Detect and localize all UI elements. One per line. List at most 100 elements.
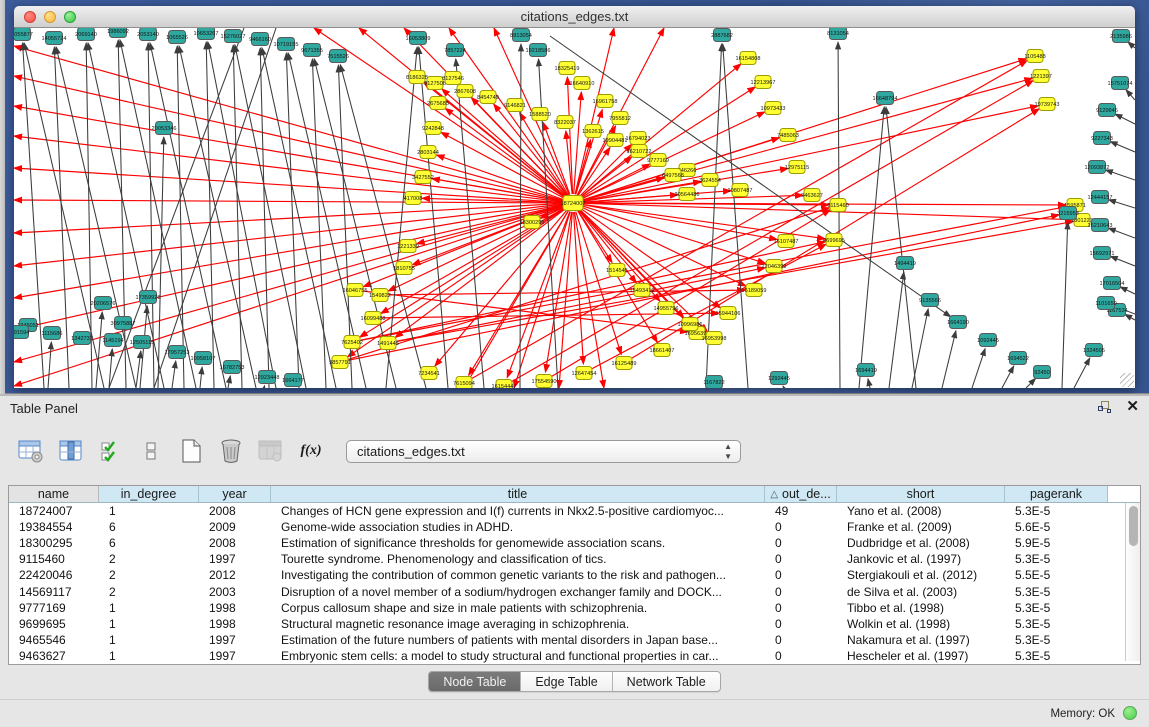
node-label: 1342737 — [71, 336, 93, 342]
select-columns-button[interactable] — [98, 438, 124, 464]
table-cell: 5.3E-5 — [1005, 584, 1108, 600]
table-cell: Jankovic et al. (1997) — [837, 551, 1005, 567]
node-label: 8813054 — [510, 33, 532, 39]
table-selector-dropdown[interactable]: citations_edges.txt ▲▼ — [346, 440, 741, 463]
column-header-pagerank[interactable]: pagerank — [1005, 486, 1108, 502]
column-header-short[interactable]: short — [837, 486, 1005, 502]
node-label: 10653267 — [194, 31, 219, 37]
close-panel-icon[interactable]: ✕ — [1126, 400, 1139, 414]
tab-node-table[interactable]: Node Table — [429, 672, 521, 691]
table-selector-value: citations_edges.txt — [357, 444, 465, 459]
table-cell: Nakamura et al. (1997) — [837, 632, 1005, 648]
table-cell: 0 — [765, 567, 837, 583]
edge — [233, 45, 242, 388]
node-label: 14055724 — [42, 36, 67, 42]
column-header-out_de[interactable]: △out_de... — [765, 486, 837, 502]
table-settings-button[interactable] — [18, 438, 44, 464]
table-cell: 0 — [765, 632, 837, 648]
node-label: 12093872 — [1085, 165, 1110, 171]
node-label: 10719155 — [274, 42, 299, 48]
node-label: 1664177 — [282, 378, 304, 384]
memory-ok-indicator[interactable] — [1123, 706, 1137, 720]
node-label: 8322037 — [554, 120, 576, 126]
edge — [177, 46, 184, 388]
float-panel-icon[interactable] — [1098, 400, 1112, 414]
table-cell: 5.6E-5 — [1005, 519, 1108, 535]
edge — [154, 28, 276, 388]
node-label: 2053140 — [137, 32, 159, 38]
table-row[interactable]: 911546021997Tourette syndrome. Phenomeno… — [9, 551, 1140, 567]
table-row[interactable]: 1938455462009Genome-wide association stu… — [9, 519, 1140, 535]
tab-edge-table[interactable]: Edge Table — [521, 672, 612, 691]
table-row[interactable]: 977716911998Corpus callosum shape and si… — [9, 600, 1140, 616]
table-row[interactable]: 946554611997Estimation of the future num… — [9, 632, 1140, 648]
edge — [56, 47, 136, 388]
delete-table-button[interactable] — [218, 438, 244, 464]
resize-grip[interactable] — [1120, 373, 1134, 387]
network-window-titlebar[interactable]: citations_edges.txt — [14, 6, 1135, 28]
node-label: 9466160 — [249, 37, 271, 43]
node-label: 1362615 — [582, 129, 604, 135]
node-label: 1664190 — [947, 320, 969, 326]
new-table-button[interactable] — [178, 438, 204, 464]
node-label: 7615094 — [453, 381, 475, 387]
citation-network-graph[interactable]: 1872400720558771405572420691401986092205… — [14, 28, 1135, 388]
table-row[interactable]: 1456911722003Disruption of a novel membe… — [9, 584, 1140, 600]
edge — [889, 272, 904, 388]
node-label: 16053809 — [406, 36, 431, 42]
scrollbar-thumb[interactable] — [1129, 506, 1138, 546]
table-cell: 5.3E-5 — [1005, 648, 1108, 664]
node-label: 9135566 — [919, 298, 941, 304]
edge — [88, 43, 164, 388]
table-cell: 2 — [99, 551, 199, 567]
network-window[interactable]: citations_edges.txt 18724007205587714055… — [14, 6, 1135, 388]
column-header-title[interactable]: title — [271, 486, 765, 502]
node-label: 1105488 — [1024, 54, 1045, 60]
network-canvas[interactable]: 1872400720558771405572420691401986092205… — [14, 28, 1135, 388]
table-row[interactable]: 2242004622012Investigating the contribut… — [9, 567, 1140, 583]
column-header-in_degree[interactable]: in_degree — [99, 486, 199, 502]
edge — [1120, 287, 1135, 294]
network-view-desktop: citations_edges.txt 18724007205587714055… — [0, 0, 1149, 394]
node-label: 9671355 — [301, 48, 323, 54]
node-label: 9242848 — [422, 126, 444, 132]
table-cell: 9699695 — [9, 616, 99, 632]
node-label: 8127546 — [442, 76, 464, 82]
node-label: 10958107 — [191, 356, 216, 362]
table-cell: 18300295 — [9, 535, 99, 551]
node-label: 1221397 — [1030, 74, 1052, 80]
table-cell: 1997 — [199, 551, 271, 567]
row-height-button[interactable] — [138, 438, 164, 464]
node-label: 16046755 — [343, 288, 368, 294]
edge — [1026, 378, 1036, 388]
vertical-scrollbar[interactable] — [1125, 503, 1140, 661]
table-cell: 1 — [99, 648, 199, 664]
node-label: 10996986 — [678, 322, 703, 328]
table-header-row[interactable]: namein_degreeyeartitle△out_de...shortpag… — [9, 486, 1140, 503]
table-row[interactable]: 1830029562008Estimation of significance … — [9, 535, 1140, 551]
table-cell: Disruption of a novel member of a sodium… — [271, 584, 765, 600]
table-cell: 9465546 — [9, 632, 99, 648]
node-label: 7485063 — [777, 133, 799, 139]
node-label: 17359928 — [136, 295, 161, 301]
node-label: 20564486 — [675, 192, 700, 198]
table-cell: 0 — [765, 648, 837, 664]
column-header-name[interactable]: name — [9, 486, 99, 502]
table-cell: Corpus callosum shape and size in male p… — [271, 600, 765, 616]
tab-network-table[interactable]: Network Table — [613, 672, 720, 691]
node-label: 20053346 — [152, 126, 177, 132]
node-label: 9857791 — [329, 360, 351, 366]
node-label: 16107487 — [774, 239, 799, 245]
table-cell: 1 — [99, 503, 199, 519]
table-row[interactable]: 969969511998Structural magnetic resonanc… — [9, 616, 1140, 632]
table-row[interactable]: 1872400712008Changes of HCN gene express… — [9, 503, 1140, 519]
node-label: 16794023 — [626, 136, 651, 142]
table-row[interactable]: 946362711997Embryonic stem cells: a mode… — [9, 648, 1140, 664]
show-column-button[interactable] — [58, 438, 84, 464]
column-header-year[interactable]: year — [199, 486, 271, 502]
table-cell: 0 — [765, 551, 837, 567]
table-cell: Estimation of the future numbers of pati… — [271, 632, 765, 648]
function-builder-button[interactable]: f(x) — [298, 438, 324, 464]
node-label: 417008 — [404, 196, 423, 202]
table-cell: 2003 — [199, 584, 271, 600]
